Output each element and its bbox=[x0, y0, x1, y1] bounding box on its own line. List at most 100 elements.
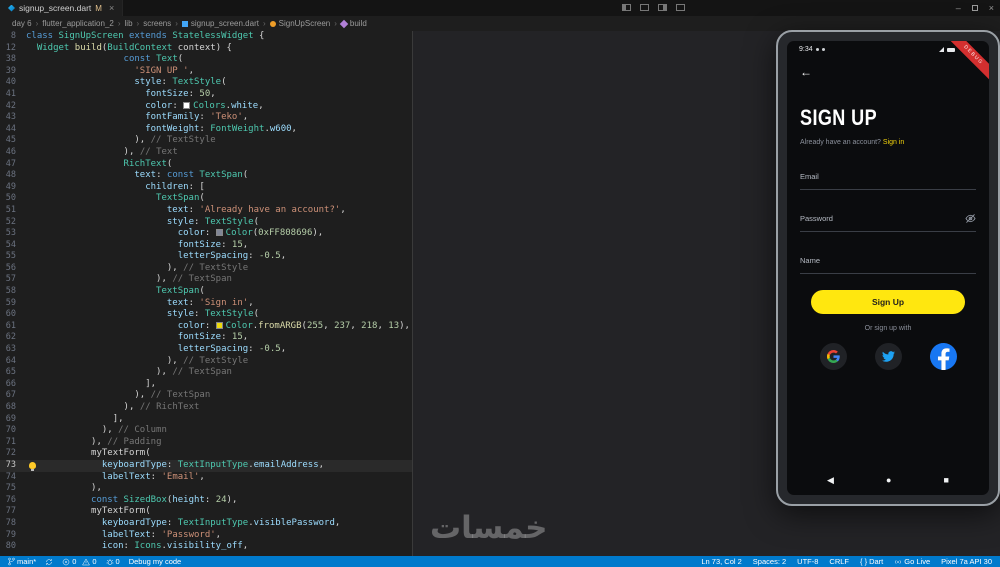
code-line-76[interactable]: 76 const SizedBox(height: 24), bbox=[0, 495, 412, 507]
breadcrumb-item-build[interactable]: build bbox=[341, 19, 367, 28]
breadcrumb-separator: › bbox=[36, 19, 39, 28]
go-live-item[interactable]: Go Live bbox=[894, 557, 930, 566]
indentation-item[interactable]: Spaces: 2 bbox=[753, 557, 786, 566]
code-line-65[interactable]: 65 ), // TextSpan bbox=[0, 367, 412, 379]
code-line-47[interactable]: 47 RichText( bbox=[0, 159, 412, 171]
code-line-79[interactable]: 79 labelText: 'Password', bbox=[0, 530, 412, 542]
lightbulb-icon[interactable] bbox=[29, 462, 36, 469]
breadcrumb-item-lib[interactable]: lib bbox=[125, 19, 133, 28]
code-line-38[interactable]: 38 const Text( bbox=[0, 54, 412, 66]
code-line-48[interactable]: 48 text: const TextSpan( bbox=[0, 170, 412, 182]
code-line-41[interactable]: 41 fontSize: 50, bbox=[0, 89, 412, 101]
line-number: 70 bbox=[0, 425, 26, 437]
git-branch-item[interactable]: main* bbox=[8, 557, 36, 566]
code-line-63[interactable]: 63 letterSpacing: -0.5, bbox=[0, 344, 412, 356]
line-number: 56 bbox=[0, 263, 26, 275]
code-line-67[interactable]: 67 ), // TextSpan bbox=[0, 390, 412, 402]
email-field[interactable]: Email bbox=[800, 146, 976, 190]
code-line-62[interactable]: 62 fontSize: 15, bbox=[0, 332, 412, 344]
code-line-57[interactable]: 57 ), // TextSpan bbox=[0, 274, 412, 286]
bug-icon bbox=[106, 558, 114, 566]
code-line-60[interactable]: 60 style: TextStyle( bbox=[0, 309, 412, 321]
tab-signup-screen-dart[interactable]: signup_screen.dart M × bbox=[0, 0, 123, 16]
code-line-45[interactable]: 45 ), // TextStyle bbox=[0, 135, 412, 147]
code-line-51[interactable]: 51 text: 'Already have an account?', bbox=[0, 205, 412, 217]
debug-my-code-item[interactable]: Debug my code bbox=[129, 557, 182, 566]
code-line-39[interactable]: 39 'SIGN UP ', bbox=[0, 66, 412, 78]
customize-layout-icon[interactable] bbox=[676, 4, 685, 11]
code-line-64[interactable]: 64 ), // TextStyle bbox=[0, 356, 412, 368]
breadcrumb-item-screens[interactable]: screens bbox=[143, 19, 171, 28]
toggle-sidebar-icon[interactable] bbox=[622, 4, 631, 11]
code-line-61[interactable]: 61 color: Color.fromARGB(255, 237, 218, … bbox=[0, 321, 412, 333]
code-line-52[interactable]: 52 style: TextStyle( bbox=[0, 217, 412, 229]
code-line-53[interactable]: 53 color: Color(0xFF808696), bbox=[0, 228, 412, 240]
back-button[interactable]: ← bbox=[800, 65, 816, 79]
encoding-item[interactable]: UTF-8 bbox=[797, 557, 818, 566]
sync-changes-item[interactable] bbox=[45, 558, 53, 566]
password-field[interactable]: Password bbox=[800, 190, 976, 232]
visibility-off-icon[interactable] bbox=[965, 214, 976, 223]
code-line-70[interactable]: 70 ), // Column bbox=[0, 425, 412, 437]
facebook-signup-button[interactable] bbox=[930, 343, 957, 370]
tab-label: signup_screen.dart bbox=[19, 3, 91, 13]
code-line-12[interactable]: 12 Widget build(BuildContext context) { bbox=[0, 43, 412, 55]
code-line-54[interactable]: 54 fontSize: 15, bbox=[0, 240, 412, 252]
breadcrumb-item-flutter-application-2[interactable]: flutter_application_2 bbox=[42, 19, 114, 28]
code-lines: 8class SignUpScreen extends StatelessWid… bbox=[0, 31, 412, 553]
line-number: 39 bbox=[0, 66, 26, 78]
code-line-8[interactable]: 8class SignUpScreen extends StatelessWid… bbox=[0, 31, 412, 43]
code-line-74[interactable]: 74 labelText: 'Email', bbox=[0, 472, 412, 484]
code-line-56[interactable]: 56 ), // TextStyle bbox=[0, 263, 412, 275]
code-line-43[interactable]: 43 fontFamily: 'Teko', bbox=[0, 112, 412, 124]
code-line-44[interactable]: 44 fontWeight: FontWeight.w600, bbox=[0, 124, 412, 136]
breadcrumb: day 6›flutter_application_2›lib›screens›… bbox=[0, 16, 1000, 31]
close-icon[interactable]: × bbox=[989, 3, 994, 13]
breadcrumb-item-day-6[interactable]: day 6 bbox=[12, 19, 32, 28]
sign-up-button[interactable]: Sign Up bbox=[811, 290, 965, 314]
code-line-49[interactable]: 49 children: [ bbox=[0, 182, 412, 194]
code-line-80[interactable]: 80 icon: Icons.visibility_off, bbox=[0, 541, 412, 553]
code-line-72[interactable]: 72 myTextForm( bbox=[0, 448, 412, 460]
android-home-button[interactable]: ● bbox=[886, 475, 891, 485]
breadcrumb-item-signup-screen-dart[interactable]: signup_screen.dart bbox=[182, 19, 259, 28]
code-line-77[interactable]: 77 myTextForm( bbox=[0, 506, 412, 518]
device-selector-item[interactable]: Pixel 7a API 30 bbox=[941, 557, 992, 566]
language-mode-item[interactable]: { } Dart bbox=[860, 557, 883, 566]
google-signup-button[interactable] bbox=[820, 343, 847, 370]
code-line-42[interactable]: 42 color: Colors.white, bbox=[0, 101, 412, 113]
sign-in-link[interactable]: Sign in bbox=[883, 139, 904, 146]
breadcrumb-item-signupscreen[interactable]: SignUpScreen bbox=[270, 19, 331, 28]
code-line-78[interactable]: 78 keyboardType: TextInputType.visiblePa… bbox=[0, 518, 412, 530]
eol-item[interactable]: CRLF bbox=[829, 557, 849, 566]
toggle-panel-icon[interactable] bbox=[640, 4, 649, 11]
code-line-50[interactable]: 50 TextSpan( bbox=[0, 193, 412, 205]
code-line-55[interactable]: 55 letterSpacing: -0.5, bbox=[0, 251, 412, 263]
minimize-icon[interactable]: – bbox=[956, 3, 961, 13]
line-number: 52 bbox=[0, 217, 26, 229]
code-line-71[interactable]: 71 ), // Padding bbox=[0, 437, 412, 449]
cursor-position-item[interactable]: Ln 73, Col 2 bbox=[701, 557, 741, 566]
code-editor-pane[interactable]: 8class SignUpScreen extends StatelessWid… bbox=[0, 31, 413, 556]
code-line-46[interactable]: 46 ), // Text bbox=[0, 147, 412, 159]
code-line-73[interactable]: 73 keyboardType: TextInputType.emailAddr… bbox=[0, 460, 412, 472]
line-number: 63 bbox=[0, 344, 26, 356]
method-symbol-icon bbox=[340, 19, 348, 27]
code-line-59[interactable]: 59 text: 'Sign in', bbox=[0, 298, 412, 310]
android-recents-button[interactable]: ■ bbox=[944, 475, 949, 485]
code-line-58[interactable]: 58 TextSpan( bbox=[0, 286, 412, 298]
name-field[interactable]: Name bbox=[800, 232, 976, 274]
code-line-40[interactable]: 40 style: TextStyle( bbox=[0, 77, 412, 89]
code-line-69[interactable]: 69 ], bbox=[0, 414, 412, 426]
toggle-secondary-sidebar-icon[interactable] bbox=[658, 4, 667, 11]
twitter-signup-button[interactable] bbox=[875, 343, 902, 370]
tab-close-icon[interactable]: × bbox=[109, 3, 114, 13]
line-number: 53 bbox=[0, 228, 26, 240]
ports-item[interactable]: 0 bbox=[106, 557, 120, 566]
code-line-66[interactable]: 66 ], bbox=[0, 379, 412, 391]
problems-item[interactable]: 0 0 bbox=[62, 557, 96, 566]
maximize-icon[interactable] bbox=[972, 5, 978, 11]
android-back-button[interactable]: ◀ bbox=[827, 475, 834, 486]
code-line-68[interactable]: 68 ), // RichText bbox=[0, 402, 412, 414]
code-line-75[interactable]: 75 ), bbox=[0, 483, 412, 495]
